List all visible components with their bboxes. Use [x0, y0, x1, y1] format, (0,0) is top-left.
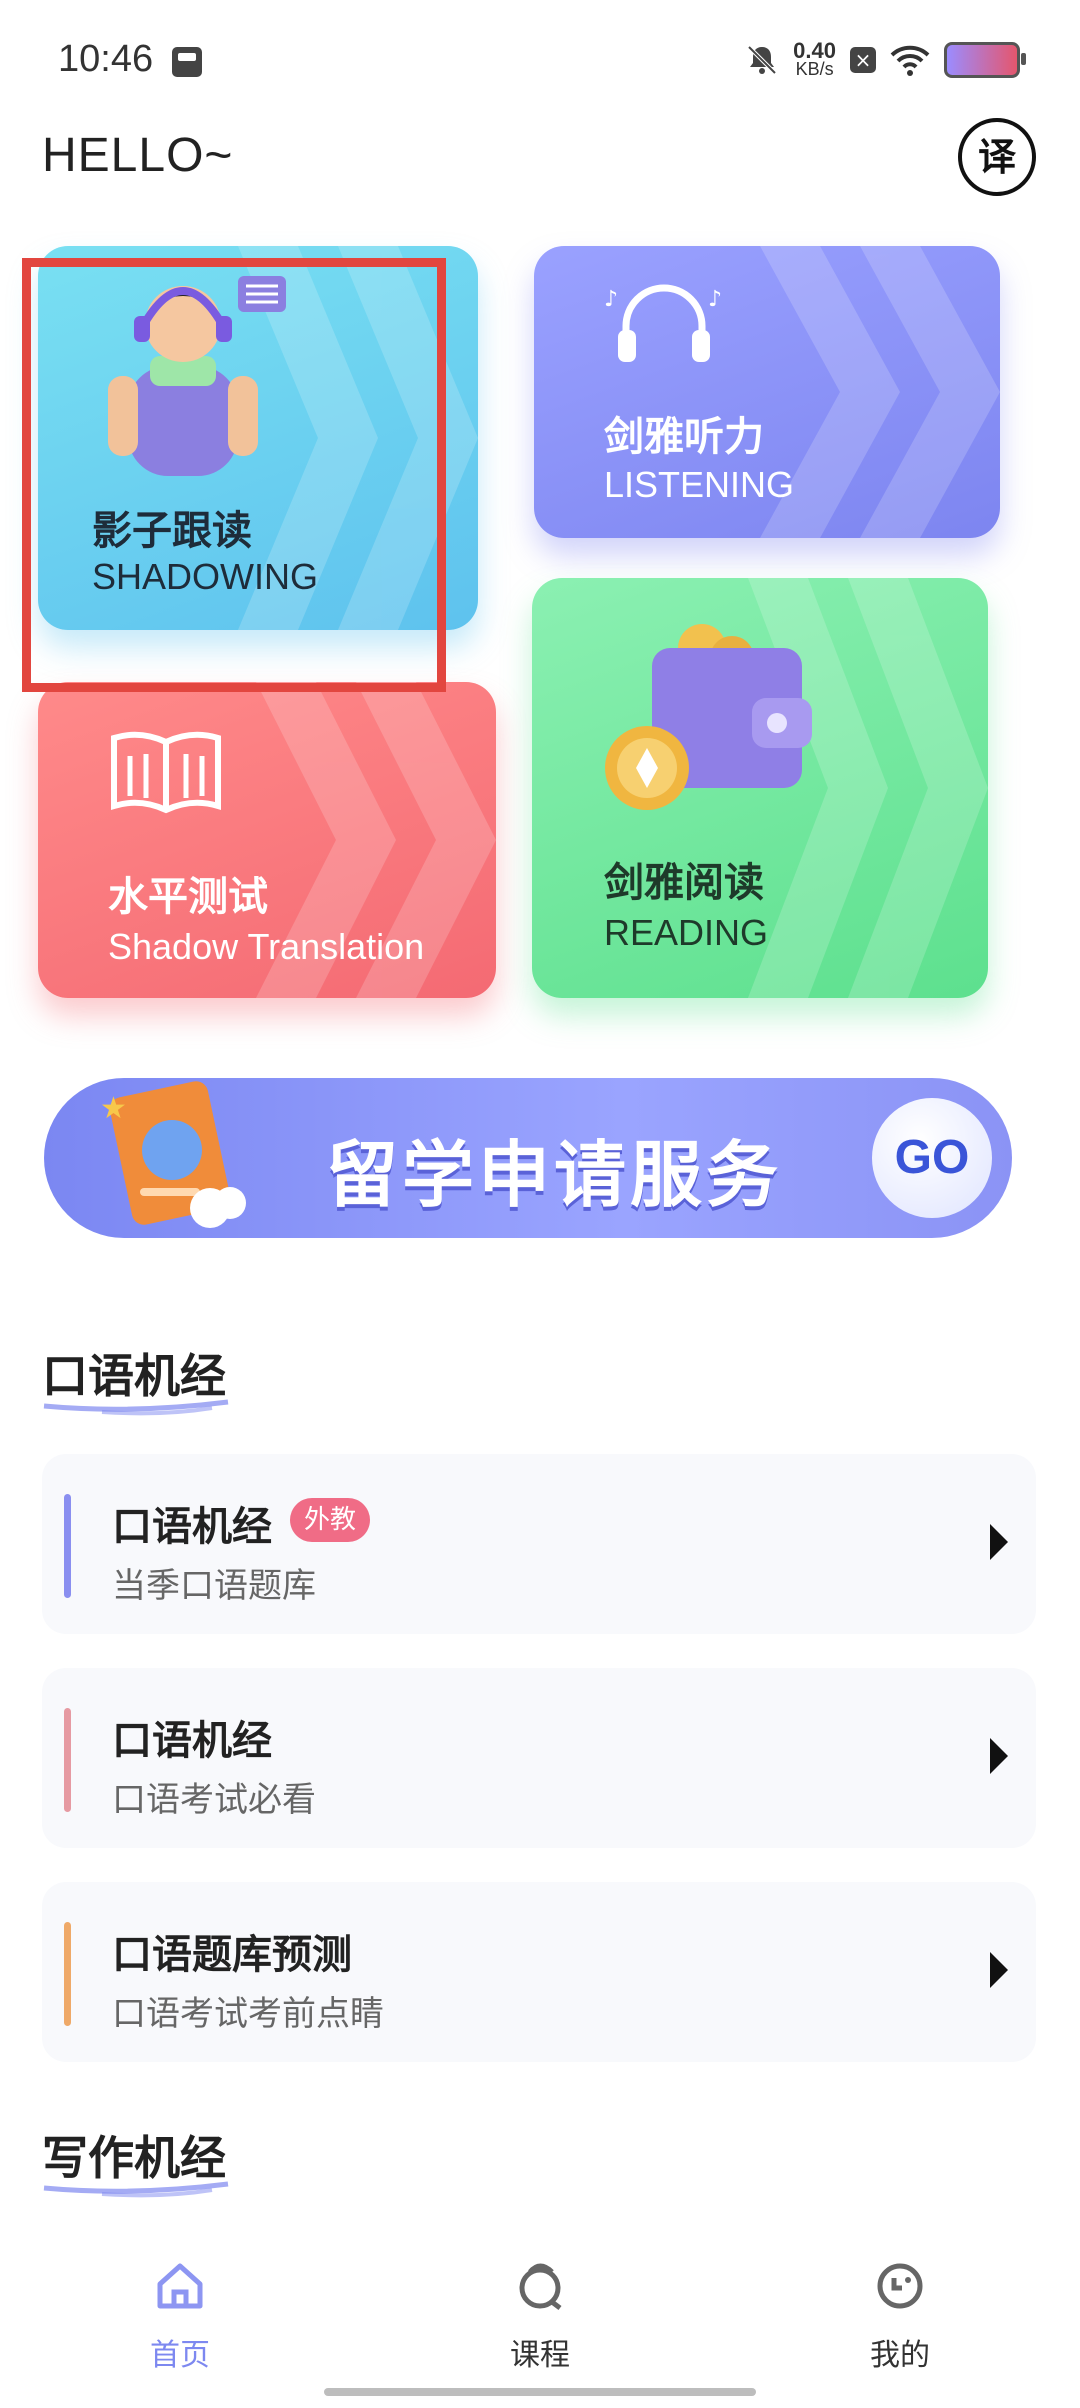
tab-mine[interactable]: 我的 — [800, 2258, 1000, 2374]
svg-text:♪: ♪ — [604, 287, 618, 312]
banner-text: 留学申请服务 — [326, 1133, 783, 1217]
net-speed: 0.40 KB/s — [793, 38, 836, 79]
passport-book-illustration: ★ — [100, 1081, 246, 1228]
speaking-item-1[interactable]: 口语机经 外教 当季口语题库 — [42, 1454, 1036, 1634]
net-speed-value: 0.40 — [793, 38, 836, 63]
chevron-right-icon — [990, 1524, 1008, 1560]
speaking-section-label: 口语机经 — [42, 1349, 226, 1403]
home-indicator[interactable] — [324, 2388, 756, 2396]
courses-icon — [519, 2263, 562, 2310]
sd-card-icon — [172, 47, 202, 77]
svg-text:★: ★ — [100, 1091, 127, 1126]
level-test-subtitle: Shadow Translation — [108, 926, 425, 967]
profile-face-icon — [877, 2263, 923, 2309]
home-icon — [157, 2263, 203, 2309]
mute-bell-icon — [747, 45, 777, 75]
listening-card[interactable]: ♪ ♪ 剑雅听力 LISTENING — [534, 246, 1000, 538]
tab-home[interactable]: 首页 — [80, 2258, 280, 2374]
greeting: HELLO~ — [42, 129, 234, 182]
speaking-item-3[interactable]: 口语题库预测 口语考试考前点睛 — [42, 1882, 1036, 2062]
wallet-coins-illustration — [605, 624, 812, 810]
status-bar: 10:46 0.40 KB/s × — [0, 0, 1080, 120]
status-time: 10:46 — [58, 38, 154, 80]
go-button[interactable]: GO — [872, 1098, 992, 1218]
item-desc: 口语考试必看 — [112, 1780, 316, 1820]
item-accent-bar — [64, 1494, 71, 1598]
item-accent-bar — [64, 1708, 71, 1812]
svg-text:♪: ♪ — [708, 287, 722, 312]
chevron-right-icon — [990, 1952, 1008, 1988]
bottom-tab-bar: 首页 课程 我的 — [0, 2240, 1080, 2408]
level-test-title: 水平测试 — [108, 874, 268, 920]
speaking-section-title: 口语机经 — [42, 1340, 229, 1416]
chevron-right-icon — [990, 1738, 1008, 1774]
listening-subtitle: LISTENING — [604, 464, 795, 505]
native-teacher-badge: 外教 — [290, 1498, 371, 1542]
writing-section-label: 写作机经 — [42, 2131, 226, 2185]
study-abroad-banner[interactable]: ★ 留学申请服务 GO — [44, 1078, 1012, 1238]
item-name: 口语机经 — [112, 1504, 272, 1550]
highlight-box — [22, 258, 446, 692]
tab-home-label: 首页 — [150, 2338, 210, 2373]
net-speed-unit: KB/s — [795, 59, 834, 79]
tab-courses-label: 课程 — [510, 2338, 570, 2373]
speaking-item-2[interactable]: 口语机经 口语考试必看 — [42, 1668, 1036, 1848]
listening-title: 剑雅听力 — [604, 414, 764, 460]
translate-button[interactable]: 译 — [958, 118, 1036, 196]
tab-courses[interactable]: 课程 — [440, 2258, 640, 2374]
item-name: 口语题库预测 — [112, 1932, 352, 1978]
item-desc: 当季口语题库 — [112, 1566, 316, 1606]
reading-title: 剑雅阅读 — [604, 860, 764, 906]
writing-section-title: 写作机经 — [42, 2122, 229, 2198]
underline-decoration — [43, 1399, 229, 1416]
reading-subtitle: READING — [604, 912, 769, 953]
tab-mine-label: 我的 — [870, 2338, 930, 2373]
blocked-icon: × — [850, 47, 876, 73]
underline-decoration — [43, 2181, 229, 2198]
item-desc: 口语考试考前点睛 — [112, 1994, 384, 2034]
headphones-icon: ♪ ♪ — [604, 284, 722, 362]
reading-card[interactable]: 剑雅阅读 READING — [532, 578, 988, 998]
item-accent-bar — [64, 1922, 71, 2026]
battery-icon — [944, 42, 1026, 78]
open-book-icon — [111, 731, 221, 814]
level-test-card[interactable]: 水平测试 Shadow Translation — [38, 682, 496, 998]
item-name: 口语机经 — [112, 1718, 272, 1764]
wifi-icon — [890, 45, 930, 76]
status-right: 0.40 KB/s × — [745, 38, 1026, 80]
